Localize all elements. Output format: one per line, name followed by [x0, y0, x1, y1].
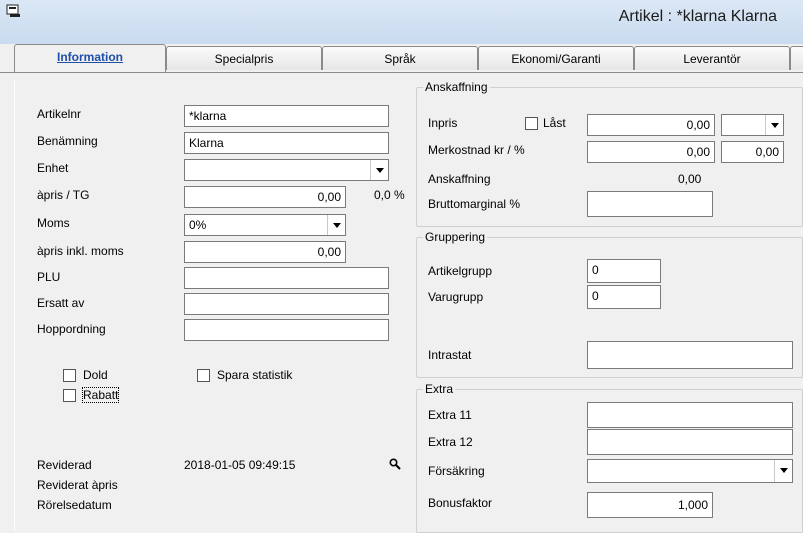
forsakring-dropdown[interactable] — [587, 459, 793, 483]
enhet-label: Enhet — [37, 161, 69, 175]
rabatt-checkbox[interactable] — [63, 389, 76, 402]
apris-inkl-label: àpris inkl. moms — [37, 244, 124, 258]
chevron-down-icon[interactable] — [774, 460, 792, 482]
extra-legend: Extra — [425, 382, 454, 396]
tg-percent: 0,0 % — [374, 188, 405, 202]
spara-statistik-label: Spara statistik — [217, 368, 293, 382]
tab-information[interactable]: Information — [14, 44, 166, 72]
plu-label: PLU — [37, 270, 61, 284]
last-checkbox[interactable] — [525, 117, 538, 130]
anskaffning-legend: Anskaffning — [425, 80, 488, 94]
bonus-field[interactable]: 1,000 — [587, 492, 713, 518]
anskaffning-value: 0,00 — [678, 172, 702, 186]
chevron-down-icon[interactable] — [327, 215, 345, 235]
varugrupp-label: Varugrupp — [428, 290, 484, 304]
tab-label: Information — [57, 50, 123, 64]
search-icon[interactable] — [389, 458, 401, 470]
window-title: Artikel : *klarna Klarna — [618, 8, 777, 25]
rabatt-label: Rabatt — [81, 387, 120, 403]
gruppering-legend: Gruppering — [425, 230, 486, 244]
rorelsedatum-label: Rörelsedatum — [37, 498, 112, 512]
varugrupp-field[interactable]: 0 — [587, 285, 661, 309]
spara-statistik-checkbox[interactable] — [197, 369, 210, 382]
apris-label: àpris / TG — [37, 188, 90, 202]
merkostnad-pct-field[interactable]: 0,00 — [721, 141, 784, 163]
brutto-label: Bruttomarginal % — [428, 197, 521, 211]
plu-field[interactable] — [184, 267, 389, 289]
moms-value: 0% — [189, 218, 207, 232]
chevron-down-icon[interactable] — [765, 115, 783, 135]
extra12-label: Extra 12 — [428, 435, 473, 449]
artikelgrupp-label: Artikelgrupp — [428, 264, 493, 278]
dold-label: Dold — [83, 368, 108, 382]
tab-ekonomi-garanti[interactable]: Ekonomi/Garanti — [478, 46, 634, 70]
artikelnr-field[interactable]: *klarna — [184, 105, 389, 127]
inpris-label: Inpris — [428, 116, 458, 130]
apris-field[interactable]: 0,00 — [184, 186, 346, 208]
extra12-field[interactable] — [587, 429, 793, 455]
title-bar: Artikel : *klarna Klarna — [0, 0, 803, 44]
extra11-label: Extra 11 — [428, 408, 472, 422]
inpris-field[interactable]: 0,00 — [587, 114, 715, 136]
forsakring-label: Försäkring — [428, 464, 485, 478]
currency-dropdown[interactable] — [721, 114, 784, 136]
intrastat-label: Intrastat — [428, 348, 472, 362]
tab-leverantor[interactable]: Leverantör — [634, 46, 790, 70]
reviderat-apris-label: Reviderat àpris — [37, 478, 118, 492]
bonus-label: Bonusfaktor — [428, 496, 493, 510]
last-label: Låst — [543, 116, 566, 130]
chevron-down-icon[interactable] — [370, 160, 388, 180]
app-icon — [6, 4, 20, 17]
hopp-label: Hoppordning — [37, 322, 106, 336]
enhet-dropdown[interactable] — [184, 159, 389, 181]
tab-bar: Information Specialpris Språk Ekonomi/Ga… — [0, 44, 803, 72]
reviderad-value: 2018-01-05 09:49:15 — [184, 458, 296, 472]
moms-label: Moms — [37, 216, 70, 230]
ersatt-label: Ersatt av — [37, 296, 85, 310]
merkostnad-kr-field[interactable]: 0,00 — [587, 141, 715, 163]
extra11-field[interactable] — [587, 402, 793, 428]
apris-inkl-field[interactable]: 0,00 — [184, 241, 346, 263]
dold-checkbox[interactable] — [63, 369, 76, 382]
tab-sprak[interactable]: Språk — [322, 46, 478, 70]
anskaffning-label: Anskaffning — [428, 172, 491, 186]
intrastat-field[interactable] — [587, 341, 793, 369]
ersatt-field[interactable] — [184, 293, 389, 315]
reviderad-label: Reviderad — [37, 458, 92, 472]
information-panel: Artikelnr *klarna Benämning Klarna Enhet… — [14, 80, 803, 533]
benamning-label: Benämning — [37, 134, 98, 148]
hopp-field[interactable] — [184, 319, 389, 341]
tab-divider — [0, 72, 803, 73]
merkostnad-label: Merkostnad kr / % — [428, 143, 525, 157]
benamning-field[interactable]: Klarna — [184, 132, 389, 154]
brutto-field[interactable] — [587, 191, 713, 217]
tab-more[interactable] — [790, 46, 803, 70]
tab-specialpris[interactable]: Specialpris — [166, 46, 322, 70]
artikelgrupp-field[interactable]: 0 — [587, 259, 661, 283]
moms-dropdown[interactable]: 0% — [184, 214, 346, 236]
artikelnr-label: Artikelnr — [37, 107, 82, 121]
